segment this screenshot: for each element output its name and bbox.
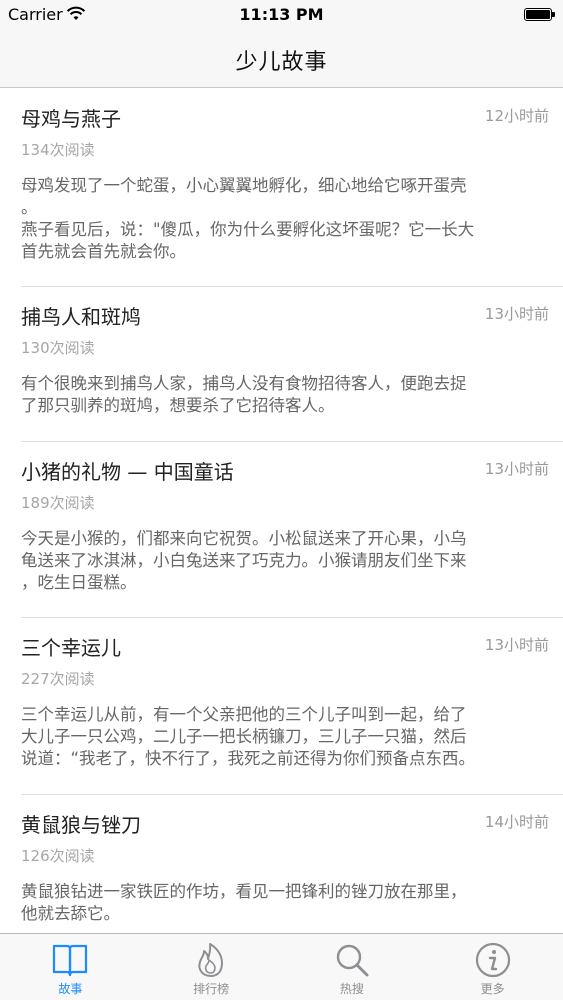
tab-ranking[interactable]: 排行榜 bbox=[141, 934, 282, 1000]
status-time: 11:13 PM bbox=[239, 5, 324, 24]
story-title: 三个幸运儿 bbox=[21, 636, 121, 660]
story-time: 13小时前 bbox=[484, 460, 549, 478]
page-title: 少儿故事 bbox=[235, 50, 328, 75]
tab-hot-search[interactable]: 热搜 bbox=[282, 934, 423, 1000]
story-title: 母鸡与燕子 bbox=[21, 107, 121, 131]
story-excerpt: 有个很晚来到捕鸟人家，捕鸟人没有食物招待客人，便跑去捉 了那只驯养的斑鸠，想要杀… bbox=[21, 374, 467, 415]
story-time: 13小时前 bbox=[484, 636, 549, 654]
story-title: 捕鸟人和斑鸠 bbox=[21, 305, 141, 329]
story-row[interactable]: 三个幸运儿 13小时前 227次阅读 三个幸运儿从前，有一个父亲把他的三个儿子叫… bbox=[21, 618, 563, 795]
story-excerpt: 母鸡发现了一个蛇蛋，小心翼翼地孵化，细心地给它啄开蛋壳 。 燕子看见后，说："傻… bbox=[21, 176, 475, 261]
story-read-count: 130次阅读 bbox=[21, 339, 95, 357]
story-read-count: 227次阅读 bbox=[21, 670, 95, 688]
tab-hot-search-label: 热搜 bbox=[339, 982, 364, 996]
story-read-count: 189次阅读 bbox=[21, 494, 95, 512]
story-read-count: 126次阅读 bbox=[21, 847, 95, 865]
navigation-bar: 少儿故事 bbox=[0, 30, 563, 88]
story-title: 黄鼠狼与锉刀 bbox=[21, 813, 141, 837]
story-row[interactable]: 母鸡与燕子 12小时前 134次阅读 母鸡发现了一个蛇蛋，小心翼翼地孵化，细心地… bbox=[21, 89, 563, 287]
tab-ranking-label: 排行榜 bbox=[193, 982, 230, 996]
app-screen: Carrier 11:13 PM 少儿故事 母鸡与燕子 12小时前 134次阅读… bbox=[0, 0, 563, 1000]
search-icon bbox=[336, 944, 369, 977]
story-time: 14小时前 bbox=[484, 813, 549, 831]
info-icon bbox=[475, 942, 510, 978]
book-icon bbox=[53, 944, 88, 977]
story-row[interactable]: 黄鼠狼与锉刀 14小时前 126次阅读 黄鼠狼钻进一家铁匠的作坊，看见一把锋利的… bbox=[21, 795, 563, 933]
status-bar: Carrier 11:13 PM bbox=[0, 0, 563, 30]
tab-stories[interactable]: 故事 bbox=[0, 934, 141, 1000]
story-time: 13小时前 bbox=[484, 305, 549, 323]
story-row[interactable]: 小猪的礼物 — 中国童话 13小时前 189次阅读 今天是小猴的，们都来向它祝贺… bbox=[21, 442, 563, 618]
story-list[interactable]: 母鸡与燕子 12小时前 134次阅读 母鸡发现了一个蛇蛋，小心翼翼地孵化，细心地… bbox=[0, 89, 563, 933]
battery-icon bbox=[524, 8, 552, 21]
tab-more[interactable]: 更多 bbox=[422, 934, 563, 1000]
story-row[interactable]: 捕鸟人和斑鸠 13小时前 130次阅读 有个很晚来到捕鸟人家，捕鸟人没有食物招待… bbox=[21, 287, 563, 442]
story-excerpt: 黄鼠狼钻进一家铁匠的作坊，看见一把锋利的锉刀放在那里， 他就去舔它。 bbox=[21, 882, 467, 923]
battery-tip bbox=[552, 12, 555, 17]
story-read-count: 134次阅读 bbox=[21, 141, 95, 159]
story-title: 小猪的礼物 — 中国童话 bbox=[21, 460, 234, 484]
tab-bar: 故事 排行榜 热搜 更多 bbox=[0, 933, 563, 1000]
tab-more-label: 更多 bbox=[480, 982, 505, 996]
story-time: 12小时前 bbox=[484, 107, 549, 125]
story-excerpt: 三个幸运儿从前，有一个父亲把他的三个儿子叫到一起，给了 大儿子一只公鸡，二儿子一… bbox=[21, 705, 476, 768]
flame-icon bbox=[198, 943, 224, 977]
battery-fill bbox=[526, 10, 550, 19]
tab-stories-label: 故事 bbox=[58, 982, 83, 996]
story-excerpt: 今天是小猴的，们都来向它祝贺。小松鼠送来了开心果，小乌 龟送来了冰淇淋，小白兔送… bbox=[21, 529, 467, 592]
